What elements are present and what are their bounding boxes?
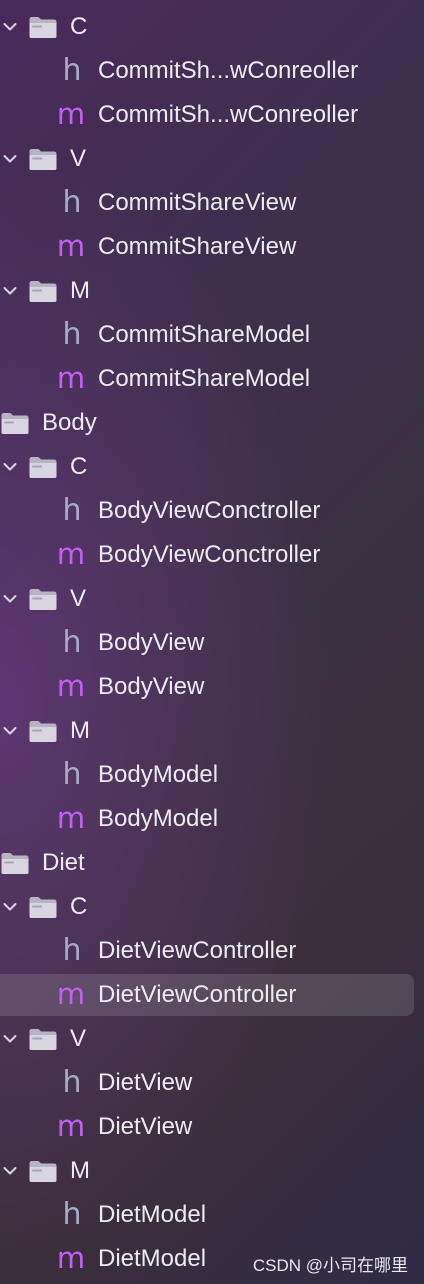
file-label: BodyModel xyxy=(98,761,219,788)
folder-icon xyxy=(28,455,58,479)
file-row[interactable]: m BodyViewConctroller xyxy=(0,533,424,577)
project-navigator: Ch CommitSh...wConreoller m CommitSh...wCon… xyxy=(0,0,424,1284)
chevron-down-icon[interactable] xyxy=(2,899,18,915)
group-label: M xyxy=(70,717,90,744)
file-row[interactable]: h CommitSh...wConreoller xyxy=(0,49,424,93)
objc-source-file-icon: m xyxy=(56,669,86,703)
file-row[interactable]: h BodyModel xyxy=(0,753,424,797)
file-row[interactable]: m CommitShareView xyxy=(0,225,424,269)
file-label: DietModel xyxy=(98,1201,207,1228)
header-file-icon: h xyxy=(62,317,82,352)
file-row[interactable]: m DietView xyxy=(0,1105,424,1149)
header-file-icon: h xyxy=(62,757,82,792)
objc-source-file-icon: m xyxy=(56,977,86,1011)
chevron-down-icon[interactable] xyxy=(2,459,18,475)
folder-icon xyxy=(28,279,58,303)
group-label: V xyxy=(70,585,87,612)
header-file-icon: h xyxy=(62,493,82,528)
group-label: C xyxy=(70,13,88,40)
header-file-icon: h xyxy=(62,53,82,88)
file-label: DietView xyxy=(98,1069,193,1096)
group-row-v[interactable]: V xyxy=(0,1017,424,1061)
folder-icon xyxy=(28,587,58,611)
folder-icon xyxy=(0,851,30,875)
group-label: V xyxy=(70,145,87,172)
file-row[interactable]: h DietViewController xyxy=(0,929,424,973)
chevron-down-icon[interactable] xyxy=(2,19,18,35)
file-label: DietModel xyxy=(98,1245,207,1272)
group-label: M xyxy=(70,1157,90,1184)
file-row[interactable]: m CommitShareModel xyxy=(0,357,424,401)
header-file-icon: h xyxy=(62,933,82,968)
chevron-down-icon[interactable] xyxy=(2,283,18,299)
file-row[interactable]: h DietView xyxy=(0,1061,424,1105)
header-file-icon: h xyxy=(62,1065,82,1100)
group-row-m[interactable]: M xyxy=(0,269,424,313)
chevron-down-icon[interactable] xyxy=(2,591,18,607)
file-label: BodyViewConctroller xyxy=(98,541,321,568)
chevron-down-icon[interactable] xyxy=(2,151,18,167)
objc-source-file-icon: m xyxy=(56,97,86,131)
folder-icon xyxy=(28,15,58,39)
group-row-m[interactable]: M xyxy=(0,709,424,753)
file-label: CommitSh...wConreoller xyxy=(98,101,359,128)
file-label: DietViewController xyxy=(98,937,297,964)
group-row-diet[interactable]: Diet xyxy=(0,841,424,885)
file-row[interactable]: h BodyView xyxy=(0,621,424,665)
header-file-icon: h xyxy=(62,625,82,660)
objc-source-file-icon: m xyxy=(56,537,86,571)
group-row-c[interactable]: C xyxy=(0,5,424,49)
file-label: CommitShareModel xyxy=(98,321,311,348)
group-row-v[interactable]: V xyxy=(0,577,424,621)
file-row[interactable]: h BodyViewConctroller xyxy=(0,489,424,533)
file-label: BodyView xyxy=(98,673,205,700)
file-row[interactable]: m CommitSh...wConreoller xyxy=(0,93,424,137)
file-label: CommitShareView xyxy=(98,233,297,260)
file-row[interactable]: h DietModel xyxy=(0,1193,424,1237)
folder-icon xyxy=(28,895,58,919)
file-label: BodyViewConctroller xyxy=(98,497,321,524)
file-label: CommitShareView xyxy=(98,189,297,216)
folder-icon xyxy=(28,147,58,171)
file-label: DietViewController xyxy=(98,981,297,1008)
header-file-icon: h xyxy=(62,1197,82,1232)
header-file-icon: h xyxy=(62,185,82,220)
file-label: DietView xyxy=(98,1113,193,1140)
folder-icon xyxy=(0,411,30,435)
csdn-watermark: CSDN @小司在哪里 xyxy=(252,1256,408,1275)
file-row[interactable]: m BodyModel xyxy=(0,797,424,841)
file-label: CommitSh...wConreoller xyxy=(98,57,359,84)
folder-icon xyxy=(28,719,58,743)
chevron-down-icon[interactable] xyxy=(2,723,18,739)
file-row[interactable]: h CommitShareView xyxy=(0,181,424,225)
group-label: C xyxy=(70,453,88,480)
file-row[interactable]: m DietViewController xyxy=(0,973,424,1017)
group-row-c[interactable]: C xyxy=(0,445,424,489)
chevron-down-icon[interactable] xyxy=(2,1163,18,1179)
objc-source-file-icon: m xyxy=(56,229,86,263)
chevron-down-icon[interactable] xyxy=(2,1031,18,1047)
objc-source-file-icon: m xyxy=(56,1241,86,1275)
group-row-v[interactable]: V xyxy=(0,137,424,181)
folder-icon xyxy=(28,1159,58,1183)
file-row[interactable]: h CommitShareModel xyxy=(0,313,424,357)
file-row[interactable]: m BodyView xyxy=(0,665,424,709)
file-label: BodyModel xyxy=(98,805,219,832)
group-label: C xyxy=(70,893,88,920)
objc-source-file-icon: m xyxy=(56,801,86,835)
group-label: V xyxy=(70,1025,87,1052)
folder-icon xyxy=(28,1027,58,1051)
group-label: Diet xyxy=(42,849,85,876)
group-label: Body xyxy=(42,409,97,436)
objc-source-file-icon: m xyxy=(56,361,86,395)
file-label: CommitShareModel xyxy=(98,365,311,392)
group-row-c[interactable]: C xyxy=(0,885,424,929)
group-row-m[interactable]: M xyxy=(0,1149,424,1193)
file-label: BodyView xyxy=(98,629,205,656)
group-label: M xyxy=(70,277,90,304)
group-row-body[interactable]: Body xyxy=(0,401,424,445)
objc-source-file-icon: m xyxy=(56,1109,86,1143)
